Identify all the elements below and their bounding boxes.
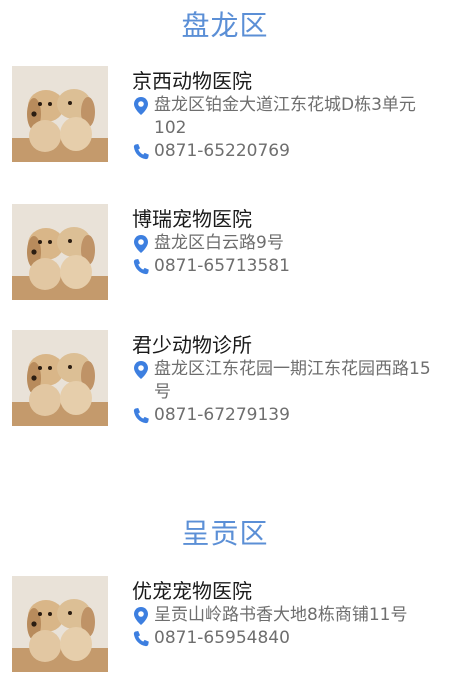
district-title: 呈贡区 bbox=[181, 517, 269, 550]
address-text: 盘龙区白云路9号 bbox=[154, 233, 284, 253]
phone-text[interactable]: 0871-65713581 bbox=[154, 256, 290, 276]
phone-text[interactable]: 0871-65220769 bbox=[154, 141, 290, 161]
location-pin-icon bbox=[132, 606, 150, 626]
clinic-address: 盘龙区铂金大道江东花城D栋3单元102 bbox=[132, 94, 442, 140]
clinic-card[interactable]: 博瑞宠物医院 盘龙区白云路9号 0871-65713581 bbox=[0, 204, 450, 304]
phone-icon bbox=[132, 629, 150, 649]
phone-icon bbox=[132, 142, 150, 162]
clinic-card[interactable]: 京西动物医院 盘龙区铂金大道江东花城D栋3单元102 0871-65220769 bbox=[0, 66, 450, 166]
clinic-phone[interactable]: 0871-65954840 bbox=[132, 627, 442, 650]
district-title: 盘龙区 bbox=[181, 9, 269, 42]
clinic-name: 京西动物医院 bbox=[132, 69, 252, 93]
clinic-address: 盘龙区江东花园一期江东花园西路15号 bbox=[132, 358, 442, 404]
clinic-name: 博瑞宠物医院 bbox=[132, 207, 252, 231]
clinic-address: 盘龙区白云路9号 bbox=[132, 232, 442, 255]
location-pin-icon bbox=[132, 360, 150, 380]
phone-text[interactable]: 0871-67279139 bbox=[154, 405, 290, 425]
phone-icon bbox=[132, 406, 150, 426]
clinic-phone[interactable]: 0871-65220769 bbox=[132, 140, 442, 163]
location-pin-icon bbox=[132, 234, 150, 254]
puppies-photo bbox=[12, 66, 108, 162]
clinic-card[interactable]: 君少动物诊所 盘龙区江东花园一期江东花园西路15号 0871-67279139 bbox=[0, 330, 450, 430]
phone-text[interactable]: 0871-65954840 bbox=[154, 628, 290, 648]
puppies-photo bbox=[12, 576, 108, 672]
clinic-name: 君少动物诊所 bbox=[132, 333, 252, 357]
location-pin-icon bbox=[132, 96, 150, 116]
address-text: 盘龙区铂金大道江东花城D栋3单元102 bbox=[154, 95, 416, 138]
clinic-phone[interactable]: 0871-67279139 bbox=[132, 404, 442, 427]
clinic-card[interactable]: 优宠宠物医院 呈贡山岭路书香大地8栋商铺11号 0871-65954840 bbox=[0, 576, 450, 676]
phone-icon bbox=[132, 257, 150, 277]
puppies-photo bbox=[12, 330, 108, 426]
puppies-photo bbox=[12, 204, 108, 300]
address-text: 盘龙区江东花园一期江东花园西路15号 bbox=[154, 359, 431, 402]
clinic-address: 呈贡山岭路书香大地8栋商铺11号 bbox=[132, 604, 442, 627]
clinic-phone[interactable]: 0871-65713581 bbox=[132, 255, 442, 278]
clinic-name: 优宠宠物医院 bbox=[132, 579, 252, 603]
address-text: 呈贡山岭路书香大地8栋商铺11号 bbox=[154, 605, 408, 625]
